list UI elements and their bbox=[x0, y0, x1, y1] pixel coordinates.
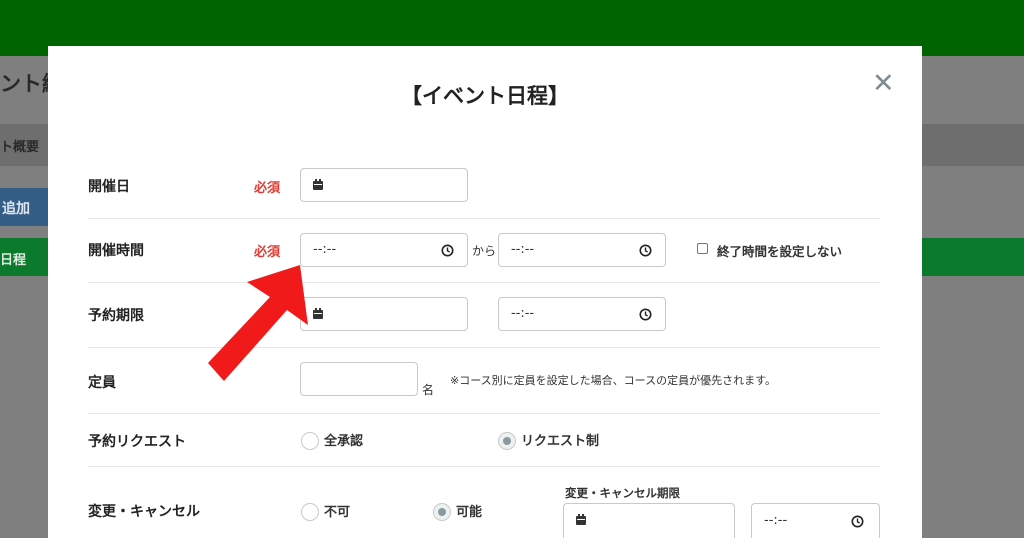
close-icon[interactable]: ✕ bbox=[872, 68, 895, 99]
clock-icon bbox=[639, 308, 652, 321]
clock-icon bbox=[639, 244, 652, 257]
start-time-value: --:-- bbox=[313, 242, 337, 257]
radio-auto-approve-label: 全承認 bbox=[324, 434, 364, 449]
time-connector: から bbox=[472, 244, 497, 258]
change-cancel-label: 変更・キャンセル bbox=[88, 504, 200, 520]
red-arrow-annotation bbox=[208, 265, 308, 381]
required-badge-date: 必須 bbox=[254, 181, 281, 196]
clock-icon bbox=[851, 515, 864, 528]
start-time-input[interactable]: --:-- bbox=[300, 233, 468, 267]
radio-request-system-label: リクエスト制 bbox=[521, 434, 600, 449]
deadline-date-input[interactable] bbox=[300, 297, 468, 331]
date-label: 開催日 bbox=[88, 179, 130, 195]
modal-title: 【イベント日程】 bbox=[401, 84, 569, 108]
change-deadline-time-input[interactable]: --:-- bbox=[751, 503, 880, 538]
end-time-input[interactable]: --:-- bbox=[498, 233, 666, 267]
no-end-time-label: 終了時間を設定しない bbox=[717, 244, 843, 259]
radio-change-not-allowed[interactable] bbox=[301, 503, 319, 521]
event-schedule-modal bbox=[48, 46, 922, 538]
radio-change-allowed[interactable] bbox=[433, 503, 451, 521]
capacity-label: 定員 bbox=[88, 375, 116, 391]
radio-change-not-allowed-label: 不可 bbox=[324, 505, 351, 520]
row-divider bbox=[88, 413, 880, 414]
change-deadline-date-input[interactable] bbox=[563, 503, 735, 538]
capacity-unit: 名 bbox=[422, 383, 435, 397]
clock-icon bbox=[441, 244, 454, 257]
radio-auto-approve[interactable] bbox=[301, 432, 319, 450]
time-label: 開催時間 bbox=[88, 243, 144, 259]
calendar-icon bbox=[312, 179, 324, 191]
schedule-bar-label: 日程 bbox=[0, 253, 27, 268]
deadline-time-input[interactable]: --:-- bbox=[498, 297, 666, 331]
required-badge-time: 必須 bbox=[254, 245, 281, 260]
deadline-time-value: --:-- bbox=[511, 306, 535, 321]
calendar-icon bbox=[575, 514, 587, 526]
schedule-bar-background-right bbox=[922, 238, 1024, 276]
end-time-value: --:-- bbox=[511, 242, 535, 257]
request-label: 予約リクエスト bbox=[88, 434, 186, 450]
row-divider bbox=[88, 466, 880, 467]
event-date-input[interactable] bbox=[300, 168, 468, 202]
capacity-note: ※コース別に定員を設定した場合、コースの定員が優先されます。 bbox=[450, 374, 777, 387]
add-button-background: 追加 bbox=[0, 188, 48, 226]
change-deadline-label: 変更・キャンセル期限 bbox=[565, 486, 680, 500]
row-divider bbox=[88, 218, 880, 219]
deadline-label: 予約期限 bbox=[88, 308, 144, 324]
change-deadline-time-value: --:-- bbox=[764, 513, 788, 528]
tab-strip-background-right bbox=[922, 124, 1024, 166]
radio-request-system[interactable] bbox=[498, 432, 516, 450]
no-end-time-checkbox[interactable] bbox=[697, 243, 708, 254]
radio-change-allowed-label: 可能 bbox=[456, 505, 483, 520]
tab-overview-background: ト概要 bbox=[0, 140, 40, 155]
